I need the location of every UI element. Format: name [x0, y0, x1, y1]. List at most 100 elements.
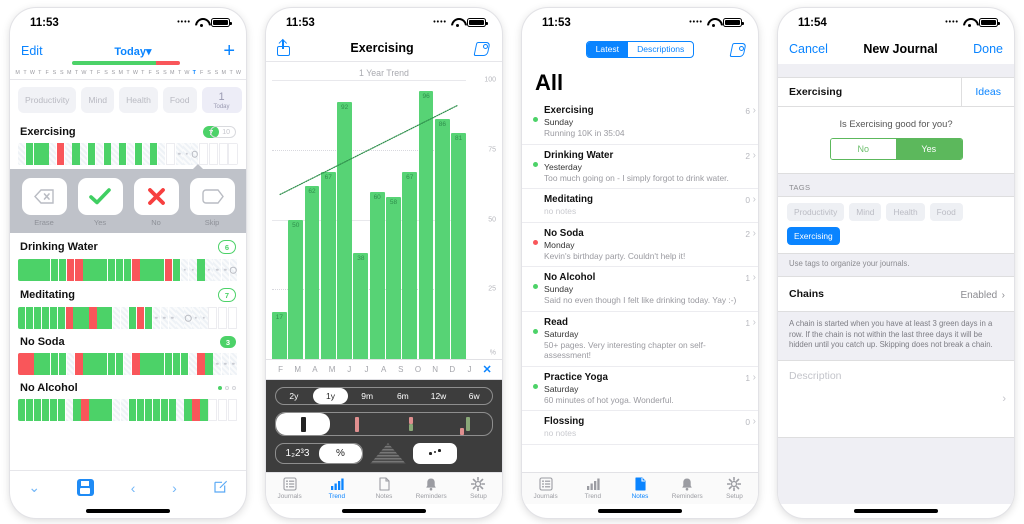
- habit-day-cell[interactable]: [172, 259, 181, 281]
- description-field[interactable]: Description ›: [778, 359, 1014, 438]
- habit-day-cell[interactable]: [184, 399, 192, 421]
- habit-day-cell[interactable]: [105, 399, 113, 421]
- segment-latest[interactable]: Latest: [586, 41, 629, 57]
- habit-day-cell[interactable]: [25, 143, 33, 165]
- notes-segmented-control[interactable]: Latest Descriptions: [585, 40, 695, 58]
- range-option-6m[interactable]: 6m: [385, 388, 421, 404]
- habit-day-cell[interactable]: [142, 143, 150, 165]
- habit-day-cell[interactable]: [197, 259, 205, 281]
- habit-grid[interactable]: [18, 143, 238, 165]
- habit-day-cell[interactable]: [172, 353, 181, 375]
- style-option-red[interactable]: [330, 413, 384, 435]
- habit-day-cell[interactable]: [176, 307, 184, 329]
- ideas-button[interactable]: Ideas: [961, 78, 1014, 106]
- habit-day-cell[interactable]: [188, 259, 197, 281]
- habit-day-cell[interactable]: [168, 307, 176, 329]
- collapse-chevron-icon[interactable]: ⌄: [28, 479, 40, 496]
- habit-day-cell[interactable]: [213, 259, 221, 281]
- habit-day-cell[interactable]: [200, 399, 208, 421]
- bar-M[interactable]: 50: [288, 219, 304, 359]
- bar-S[interactable]: 58: [386, 197, 401, 359]
- habit-day-cell[interactable]: [144, 399, 153, 421]
- habit-grid[interactable]: [18, 399, 238, 421]
- area-chart-icon[interactable]: [370, 443, 406, 464]
- save-icon[interactable]: [76, 479, 94, 496]
- habit-day-cell[interactable]: [107, 259, 116, 281]
- habit-day-cell[interactable]: [208, 399, 218, 421]
- tag-chip-productivity[interactable]: Productivity: [18, 87, 77, 113]
- today-selector[interactable]: Today▾: [114, 44, 151, 58]
- habit-grid[interactable]: [18, 307, 238, 329]
- habit-day-cell[interactable]: [228, 143, 238, 165]
- chart-style-control[interactable]: [275, 412, 493, 436]
- habit-day-cell[interactable]: [218, 143, 228, 165]
- habit-day-cell[interactable]: [25, 307, 34, 329]
- range-segmented-control[interactable]: 2y 1y 9m 6m 12w 6w: [275, 387, 493, 405]
- note-list-item[interactable]: Flossing no notes 0 ›: [522, 411, 758, 445]
- habit-day-cell[interactable]: [160, 399, 168, 421]
- habit-day-cell[interactable]: [152, 307, 160, 329]
- habit-day-cell[interactable]: [83, 259, 91, 281]
- tag-health[interactable]: Health: [886, 203, 925, 221]
- habit-day-cell[interactable]: [41, 399, 50, 421]
- habit-day-cell[interactable]: [73, 307, 81, 329]
- tab-trend[interactable]: Trend: [569, 473, 616, 504]
- habit-day-cell[interactable]: [74, 353, 83, 375]
- habit-day-cell[interactable]: [73, 399, 81, 421]
- bar-J[interactable]: 38: [353, 252, 369, 359]
- habit-day-cell[interactable]: [144, 307, 153, 329]
- habit-day-cell[interactable]: [165, 143, 176, 165]
- habit-day-cell[interactable]: [65, 399, 73, 421]
- note-list-item[interactable]: Read Saturday 50+ pages. Very interesting …: [522, 312, 758, 367]
- bar-J[interactable]: 92: [337, 102, 352, 359]
- habit-day-cell[interactable]: [140, 353, 148, 375]
- note-list-item[interactable]: No Soda Monday Kevin's birthday party. Cou…: [522, 223, 758, 267]
- habit-day-cell[interactable]: [58, 259, 67, 281]
- habit-day-cell[interactable]: [160, 307, 168, 329]
- habit-day-cell[interactable]: [91, 259, 99, 281]
- bar-N[interactable]: 96: [418, 91, 434, 359]
- habit-day-cell[interactable]: [49, 307, 58, 329]
- habit-day-cell[interactable]: [188, 353, 197, 375]
- habit-row-no-soda[interactable]: No Soda 3: [10, 329, 246, 375]
- number-format-control[interactable]: 1₂2³3 %: [275, 443, 363, 464]
- chains-row[interactable]: Chains Enabled ›: [778, 276, 1014, 312]
- habit-day-cell[interactable]: [64, 143, 72, 165]
- habit-day-cell[interactable]: [18, 307, 26, 329]
- bar-M[interactable]: 67: [320, 172, 336, 359]
- note-list-item[interactable]: Practice Yoga Saturday 60 minutes of hot y…: [522, 367, 758, 411]
- habit-day-cell[interactable]: [184, 307, 192, 329]
- habit-grid[interactable]: [18, 353, 238, 375]
- habit-day-cell[interactable]: [66, 353, 75, 375]
- tab-setup[interactable]: Setup: [455, 473, 502, 504]
- habit-day-cell[interactable]: [175, 143, 183, 165]
- habit-day-cell[interactable]: [50, 353, 59, 375]
- habit-day-cell[interactable]: [107, 353, 116, 375]
- habit-day-cell[interactable]: [192, 307, 200, 329]
- add-journal-button[interactable]: +: [223, 41, 235, 61]
- tag-food[interactable]: Food: [929, 203, 963, 221]
- range-option-9m[interactable]: 9m: [349, 388, 385, 404]
- habit-day-cell[interactable]: [150, 143, 158, 165]
- habit-day-cell[interactable]: [229, 259, 238, 281]
- habit-day-cell[interactable]: [120, 307, 129, 329]
- habit-day-cell[interactable]: [26, 353, 34, 375]
- habit-day-cell[interactable]: [128, 399, 137, 421]
- habit-day-cell[interactable]: [191, 143, 199, 165]
- habit-day-cell[interactable]: [33, 143, 41, 165]
- note-list-item[interactable]: Exercising Sunday Running 10K in 35:04 6 ›: [522, 100, 758, 145]
- segment-descriptions[interactable]: Descriptions: [628, 42, 693, 57]
- habit-day-cell[interactable]: [42, 353, 50, 375]
- habit-day-cell[interactable]: [113, 307, 121, 329]
- habit-day-cell[interactable]: [105, 307, 113, 329]
- habit-day-cell[interactable]: [158, 143, 166, 165]
- habit-day-cell[interactable]: [164, 259, 173, 281]
- bar-O[interactable]: 67: [402, 172, 418, 359]
- range-option-1y[interactable]: 1y: [312, 388, 349, 404]
- habit-day-cell[interactable]: [119, 143, 127, 165]
- habit-day-cell[interactable]: [208, 307, 218, 329]
- habit-day-cell[interactable]: [57, 399, 65, 421]
- habit-day-cell[interactable]: [180, 353, 189, 375]
- action-yes[interactable]: Yes: [77, 178, 123, 227]
- style-option-split[interactable]: [384, 413, 438, 435]
